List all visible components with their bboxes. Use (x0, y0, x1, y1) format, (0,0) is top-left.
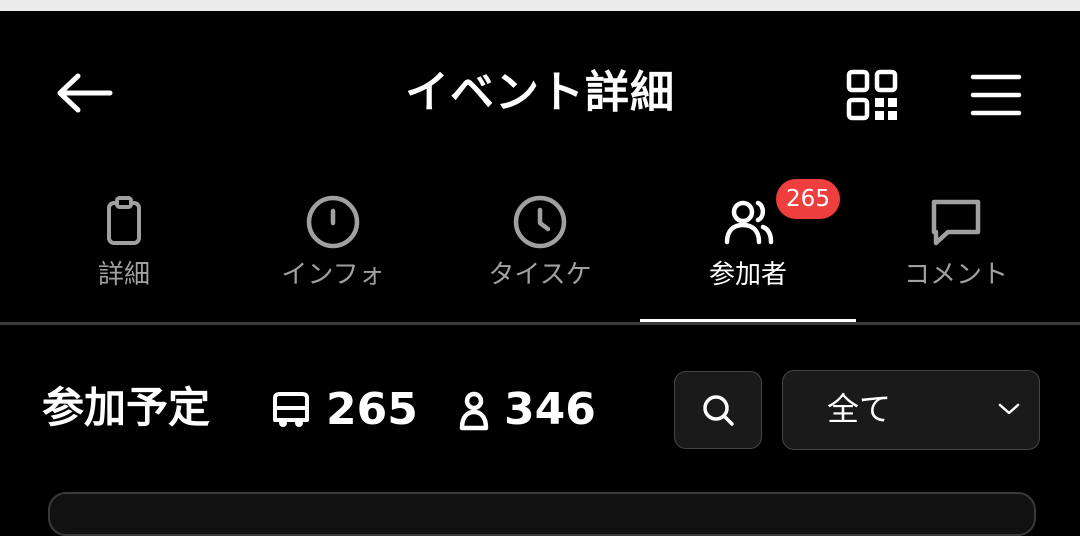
users-icon (724, 200, 774, 245)
groups-count: 265 (326, 384, 418, 435)
clipboard-icon (107, 196, 141, 245)
tab-details[interactable]: 詳細 (16, 178, 232, 324)
participants-count-badge: 265 (776, 179, 840, 219)
tab-divider (0, 322, 1080, 325)
filter-select[interactable]: 全て (782, 370, 1040, 450)
status-bar-edge (0, 0, 1080, 11)
qr-code-icon (846, 69, 898, 121)
tab-bar: 詳細 インフォ タイスケ 265 参加者 コメント (0, 178, 1080, 324)
chat-bubble-icon (931, 199, 981, 246)
menu-button[interactable] (970, 73, 1022, 117)
chevron-down-icon (998, 403, 1020, 415)
tab-timetable[interactable]: タイスケ (432, 178, 648, 324)
tab-participants[interactable]: 265 参加者 (640, 178, 856, 324)
tab-label: 参加者 (708, 260, 787, 290)
filter-selected-value: 全て (827, 390, 892, 428)
tab-label: 詳細 (97, 260, 150, 290)
hamburger-menu-icon (970, 74, 1022, 116)
page-title: イベント詳細 (405, 67, 675, 118)
attendance-summary: 参加予定 265 346 全て (0, 360, 1080, 460)
tab-label: タイスケ (488, 260, 592, 290)
search-icon (703, 395, 734, 426)
tab-label: インフォ (281, 260, 385, 290)
people-count: 346 (504, 384, 596, 435)
person-icon (459, 391, 489, 431)
bus-icon (273, 392, 309, 427)
clock-icon (513, 195, 567, 249)
tab-comments[interactable]: コメント (848, 178, 1064, 324)
app-header: イベント詳細 (0, 11, 1080, 161)
info-circle-icon (306, 195, 360, 249)
summary-title: 参加予定 (42, 383, 211, 432)
search-button[interactable] (674, 371, 762, 449)
tab-label: コメント (903, 260, 1008, 290)
qr-code-button[interactable] (846, 69, 898, 121)
tab-info[interactable]: インフォ (225, 178, 441, 324)
